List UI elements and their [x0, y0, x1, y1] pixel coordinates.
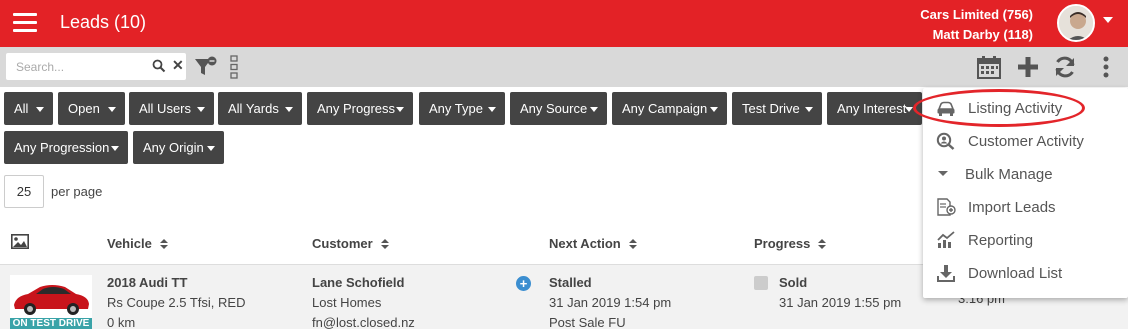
next-action-date: 31 Jan 2019 1:54 pm: [549, 295, 672, 310]
filter-campaign[interactable]: Any Campaign: [612, 92, 727, 125]
column-toggle-icon[interactable]: [229, 55, 239, 79]
per-page-label: per page: [51, 184, 103, 199]
menu-item-label: Import Leads: [968, 199, 1056, 216]
sort-icon[interactable]: [818, 239, 827, 250]
menu-item-label: Download List: [968, 265, 1063, 282]
filter-origin[interactable]: Any Origin: [133, 131, 224, 164]
progress-status: Sold: [779, 275, 808, 290]
customer-cell[interactable]: Lane Schofield Lost Homes fn@lost.closed…: [312, 273, 415, 329]
image-icon: [11, 234, 29, 249]
account-info[interactable]: Cars Limited (756) Matt Darby (118): [920, 5, 1033, 45]
menu-item-label: Customer Activity: [968, 133, 1084, 150]
top-bar: Leads (10) Cars Limited (756) Matt Darby…: [0, 0, 1128, 47]
next-action-note: Post Sale FU: [549, 315, 626, 329]
filter-source[interactable]: Any Source: [510, 92, 607, 125]
filter-remove-icon[interactable]: [194, 56, 218, 78]
filter-test-drive[interactable]: Test Drive: [732, 92, 822, 125]
column-header-progress[interactable]: Progress: [754, 236, 827, 251]
filter-progress[interactable]: Any Progress: [307, 92, 413, 125]
next-action-cell[interactable]: Stalled 31 Jan 2019 1:54 pm Post Sale FU: [549, 273, 671, 329]
filter-users[interactable]: All Users: [129, 92, 214, 125]
test-drive-badge: ON TEST DRIVE: [10, 318, 92, 329]
user-name: Matt Darby (118): [932, 27, 1033, 42]
vehicle-thumbnail[interactable]: ON TEST DRIVE: [10, 275, 92, 329]
per-page-select[interactable]: 25: [4, 175, 44, 208]
search-box: ✕: [6, 53, 186, 80]
car-image: [14, 285, 89, 315]
progress-checkbox[interactable]: [754, 276, 768, 290]
sort-icon[interactable]: [628, 239, 637, 250]
hamburger-menu-icon[interactable]: [13, 13, 37, 33]
calendar-icon[interactable]: [977, 55, 1001, 79]
vehicle-cell[interactable]: 2018 Audi TT Rs Coupe 2.5 Tfsi, RED 0 km: [107, 273, 245, 329]
filter-yards[interactable]: All Yards: [218, 92, 302, 125]
filter-all[interactable]: All: [4, 92, 53, 125]
search-input[interactable]: [6, 53, 146, 80]
clear-search-icon[interactable]: ✕: [172, 57, 184, 74]
page-title: Leads (10): [60, 12, 147, 32]
column-header-vehicle[interactable]: Vehicle: [107, 236, 168, 251]
customer-company: Lost Homes: [312, 295, 382, 310]
caret-down-icon: [938, 171, 948, 176]
vehicle-km: 0 km: [107, 315, 136, 329]
add-customer-icon[interactable]: +: [516, 276, 531, 291]
toolbar: ✕: [0, 47, 1128, 87]
progress-cell[interactable]: Sold 31 Jan 2019 1:55 pm: [779, 273, 901, 313]
vehicle-name: 2018 Audi TT: [107, 275, 188, 290]
highlight-annotation: [913, 89, 1085, 127]
company-name: Cars Limited (756): [920, 7, 1033, 22]
avatar[interactable]: [1057, 4, 1095, 42]
filter-status[interactable]: Open: [58, 92, 125, 125]
search-icon[interactable]: [152, 59, 166, 73]
import-icon: [937, 198, 956, 216]
customer-name: Lane Schofield: [312, 275, 405, 290]
progress-date: 31 Jan 2019 1:55 pm: [779, 295, 902, 310]
menu-item-reporting[interactable]: Reporting: [923, 224, 1128, 257]
column-header-customer[interactable]: Customer: [312, 236, 389, 251]
menu-item-customer-activity[interactable]: Customer Activity: [923, 125, 1128, 158]
chart-icon: [937, 231, 955, 248]
refresh-icon[interactable]: [1053, 55, 1077, 79]
sort-icon[interactable]: [159, 239, 168, 250]
user-search-icon: [936, 132, 955, 150]
next-action-status: Stalled: [549, 275, 592, 290]
menu-item-download-list[interactable]: Download List: [923, 257, 1128, 290]
menu-item-import-leads[interactable]: Import Leads: [923, 191, 1128, 224]
menu-item-label: Bulk Manage: [965, 166, 1053, 183]
filter-interest[interactable]: Any Interest: [827, 92, 922, 125]
add-icon[interactable]: [1016, 55, 1040, 79]
menu-item-bulk-manage[interactable]: Bulk Manage: [923, 158, 1128, 191]
filter-progression[interactable]: Any Progression: [4, 131, 128, 164]
vehicle-detail: Rs Coupe 2.5 Tfsi, RED: [107, 295, 246, 310]
column-header-next-action[interactable]: Next Action: [549, 236, 637, 251]
download-icon: [937, 265, 955, 282]
account-dropdown-icon[interactable]: [1103, 17, 1113, 23]
menu-item-label: Reporting: [968, 232, 1034, 249]
sort-icon[interactable]: [380, 239, 389, 250]
filter-type[interactable]: Any Type: [419, 92, 505, 125]
more-options-icon[interactable]: [1094, 55, 1118, 79]
customer-email: fn@lost.closed.nz: [312, 315, 415, 329]
